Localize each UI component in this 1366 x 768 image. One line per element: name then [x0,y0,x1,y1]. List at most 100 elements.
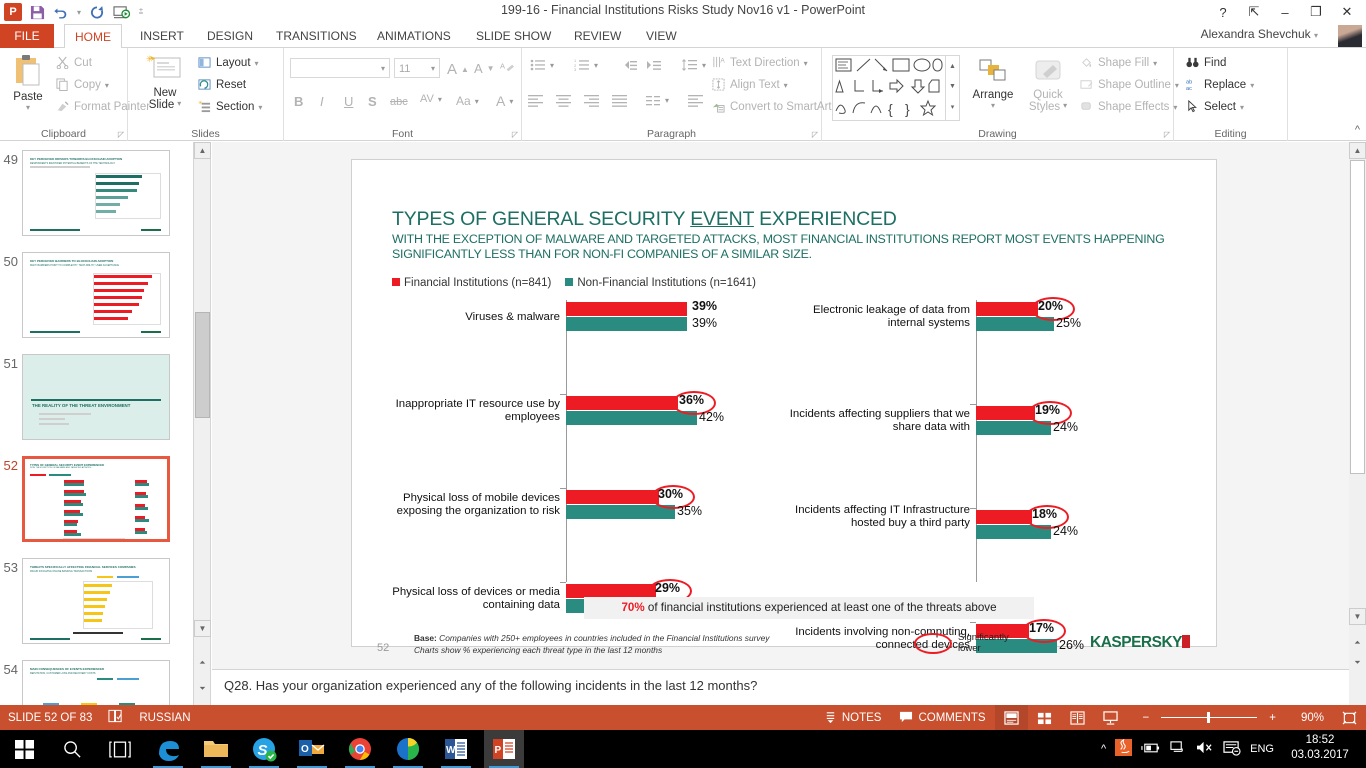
clear-formatting-icon[interactable]: A [500,60,515,75]
tab-design[interactable]: DESIGN [196,24,264,48]
word-icon[interactable]: W [436,730,476,768]
slide-title[interactable]: TYPES OF GENERAL SECURITY EVENT EXPERIEN… [392,208,897,231]
search-icon[interactable] [52,730,92,768]
layout-dropdown-icon[interactable]: ▾ [255,59,259,68]
align-text-button[interactable]: Align Text ▾ [712,78,788,92]
scroll-down-icon[interactable]: ▼ [1349,608,1366,625]
paste-dropdown-icon[interactable]: ▾ [4,103,52,112]
zoom-out-button[interactable]: − [1136,712,1157,724]
paste-button[interactable]: Paste ▾ [4,54,52,112]
thumbnail-image[interactable]: MAIN CONSEQUENCES OF EVENTS EXPERIENCED … [22,660,170,705]
justify-button[interactable] [612,94,627,107]
layout-button[interactable]: Layout ▾ [198,56,259,70]
tab-slide-show[interactable]: SLIDE SHOW [465,24,562,48]
zoom-in-button[interactable]: + [1262,712,1283,724]
thumbnail-image[interactable]: KEY PERCEIVED DRIVERS TOWARDS BLOCKCHAIN… [22,150,170,236]
restore-button[interactable]: ❐ [1301,2,1331,22]
font-name-input[interactable]: ▾ [290,58,390,78]
tab-view[interactable]: VIEW [635,24,688,48]
strikethrough-button[interactable]: abc [390,96,408,108]
thumbnail-49[interactable]: 49 KEY PERCEIVED DRIVERS TOWARDS BLOCKCH… [0,150,193,236]
edge-icon[interactable] [148,730,188,768]
task-view-icon[interactable] [100,730,140,768]
minimize-button[interactable]: – [1270,2,1300,22]
bullets-dropdown-icon[interactable]: ▾ [550,61,554,70]
decrease-font-size-button[interactable]: A ▼ [474,61,495,76]
select-dropdown-icon[interactable]: ▾ [1240,103,1244,112]
text-shadow-button[interactable]: S [368,94,377,109]
decrease-indent-button[interactable] [622,59,638,72]
volume-muted-icon[interactable] [1195,740,1214,758]
zoom-track[interactable] [1161,712,1258,723]
tab-file[interactable]: FILE [0,24,54,48]
line-spacing-button[interactable]: ▾ [682,58,706,72]
scroll-up-icon[interactable]: ▲ [1349,142,1366,159]
slide-thumbnail-panel[interactable]: 49 KEY PERCEIVED DRIVERS TOWARDS BLOCKCH… [0,142,194,705]
thumbnail-panel-scrollbar[interactable]: ▲ ▼ ⏶ ⏷ [194,142,211,705]
underline-button[interactable]: U [344,94,353,109]
chart-column-right[interactable]: Electronic leakage of data from internal… [784,297,1184,653]
fit-to-window-button[interactable] [1333,705,1366,730]
slide-area-scrollbar[interactable]: ▲ ▼ ⏶ ⏷ [1349,142,1366,705]
font-color-dropdown-icon[interactable]: ▾ [509,97,513,106]
change-case-dropdown-icon[interactable]: ▾ [475,97,479,106]
shapes-scroll-down-icon[interactable]: ▼ [946,76,959,96]
align-right-button[interactable] [584,94,599,107]
char-spacing-dropdown-icon[interactable]: ▾ [438,95,442,104]
arrange-dropdown-icon[interactable]: ▾ [968,101,1018,110]
next-slide-icon[interactable]: ⏷ [194,680,211,697]
find-button[interactable]: Find [1186,56,1226,70]
increase-font-size-button[interactable]: A ▲ [447,61,469,78]
increase-indent-button[interactable] [646,59,662,72]
java-icon[interactable] [1115,738,1133,759]
chrome-icon[interactable] [340,730,380,768]
battery-icon[interactable] [1141,741,1160,758]
text-direction-dropdown-icon[interactable]: ▾ [804,59,808,68]
clipboard-dialog-launcher[interactable]: ◸ [118,130,124,139]
font-color-button[interactable]: A ▾ [496,93,513,109]
section-button[interactable]: ✳ Section ▾ [198,100,262,114]
ribbon-display-options-icon[interactable]: ⇱ [1239,2,1269,22]
zoom-slider[interactable]: − + [1127,705,1292,730]
align-left-button[interactable] [688,94,703,107]
shapes-scroll-up-icon[interactable]: ▲ [946,56,959,76]
align-left-button-2[interactable] [528,94,543,107]
scroll-up-icon[interactable]: ▲ [194,142,211,159]
numbering-button[interactable]: 123 ▾ [574,58,598,72]
slide-canvas-area[interactable]: TYPES OF GENERAL SECURITY EVENT EXPERIEN… [212,142,1349,669]
font-size-dropdown-icon[interactable]: ▾ [431,64,435,73]
paragraph-dialog-launcher[interactable]: ◸ [812,130,818,139]
thumbnail-54[interactable]: 54 MAIN CONSEQUENCES OF EVENTS EXPERIENC… [0,660,193,705]
tab-animations[interactable]: ANIMATIONS [366,24,462,48]
start-icon[interactable] [4,730,44,768]
new-slide-button[interactable]: ✳ New Slide ▾ [138,54,192,111]
clock[interactable]: 18:52 03.03.2017 [1280,733,1360,763]
shapes-more-icon[interactable]: ▾ [946,96,959,118]
numbering-dropdown-icon[interactable]: ▾ [594,61,598,70]
shapes-gallery[interactable]: { } ▲ ▼ ▾ [832,55,960,121]
bullets-button[interactable]: ▾ [530,58,554,72]
powerpoint-icon[interactable]: P [484,730,524,768]
replace-button[interactable]: ab ac Replace ▾ [1186,78,1254,92]
action-center-icon[interactable] [1223,740,1241,759]
notes-pane[interactable]: Q28. Has your organization experienced a… [212,669,1349,705]
tab-home[interactable]: HOME [64,24,122,49]
previous-slide-icon[interactable]: ⏶ [194,654,211,671]
skype-icon[interactable]: S [244,730,284,768]
scroll-down-icon[interactable]: ▼ [194,620,211,637]
thumbnail-image[interactable]: KEY PERCEIVED BARRIERS TO BLOCKCHAIN ADO… [22,252,170,338]
bold-button[interactable]: B [294,94,303,109]
replace-dropdown-icon[interactable]: ▾ [1250,81,1254,90]
new-slide-dropdown-icon[interactable]: ▾ [177,99,181,111]
font-dialog-launcher[interactable]: ◸ [512,130,518,139]
slide-sorter-button[interactable] [1028,705,1061,730]
normal-view-button[interactable] [994,705,1028,730]
select-button[interactable]: Select ▾ [1186,99,1244,114]
thumbnail-50[interactable]: 50 KEY PERCEIVED BARRIERS TO BLOCKCHAIN … [0,252,193,338]
line-spacing-dropdown-icon[interactable]: ▾ [702,61,706,70]
file-explorer-icon[interactable] [196,730,236,768]
outlook-icon[interactable]: O [292,730,332,768]
thumbnail-image[interactable]: THE REALITY OF THE THREAT ENVIRONMENT [22,354,170,440]
character-spacing-button[interactable]: AV ▾ [420,93,442,105]
account-name[interactable]: Alexandra Shevchuk ▾ [1201,27,1318,41]
